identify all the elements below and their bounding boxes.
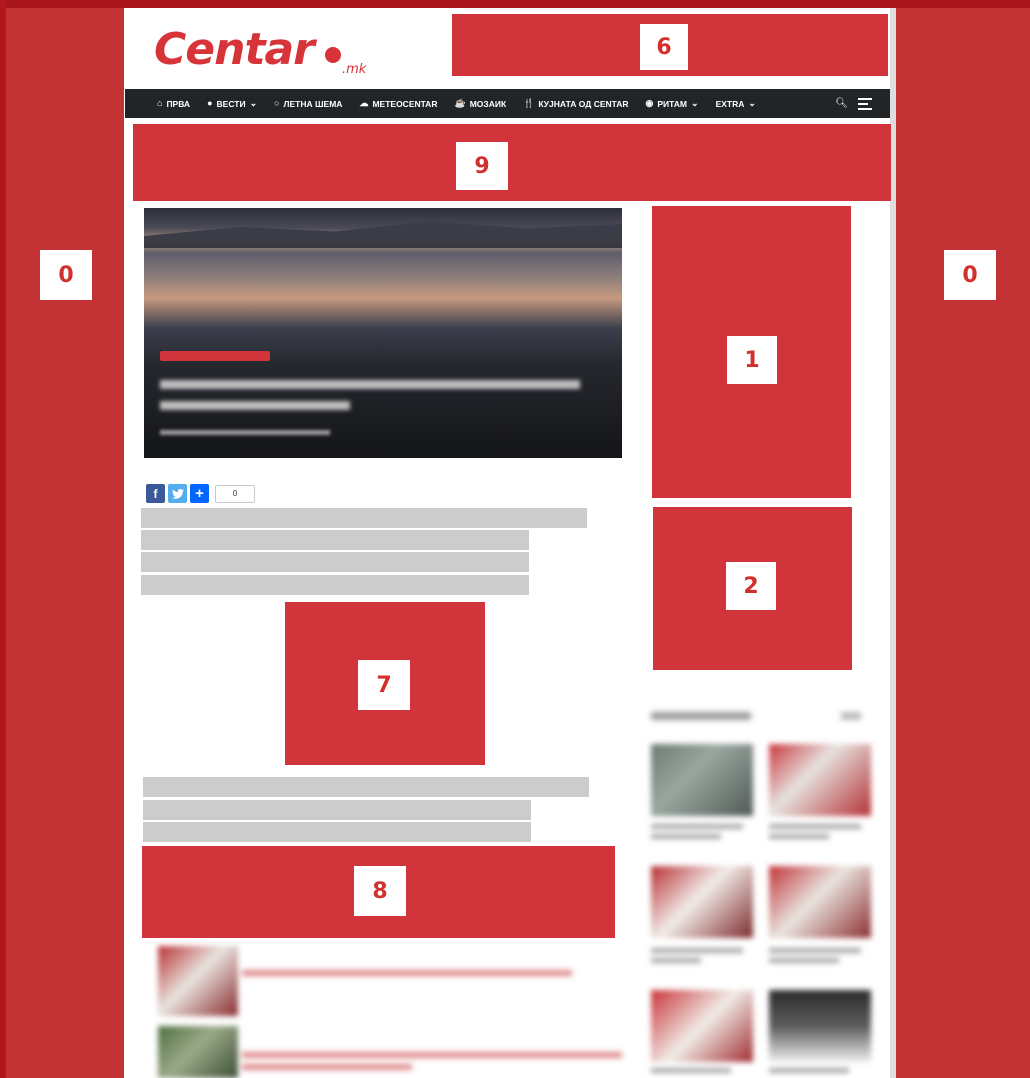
nav-label: ПРВА [166,98,191,109]
menu-icon[interactable] [858,97,872,110]
related-title[interactable] [242,970,572,976]
news-caption[interactable] [769,834,829,839]
nav-item-kujnata[interactable]: 🍴 КУЈНАТА ОД CENTAR [523,99,628,109]
nav-label: ВЕСТИ [216,98,246,109]
related-articles-blurred [150,944,626,1078]
nav-item-letna-shema[interactable]: ○ ЛЕТНА ШЕМА [274,99,342,109]
news-thumb[interactable] [651,866,753,938]
twitter-share-button[interactable] [168,484,187,503]
ad-slot-label-sidebar-top: 1 [727,336,777,384]
main-nav: ⌂ ПРВА ● ВЕСТИ ⌄ ○ ЛЕТНА ШЕМА ☁ METEOCEN… [125,89,890,118]
ad-slot-label-sidebar-second: 2 [726,562,776,610]
coffee-icon: ☕ [454,98,466,108]
facebook-share-button[interactable]: f [146,484,165,503]
article-text-placeholder [141,575,529,595]
related-thumb[interactable] [158,946,238,1016]
home-icon: ⌂ [157,98,163,108]
globe-icon: ● [207,98,213,108]
cloud-icon: ☁ [359,98,369,108]
hero-title-blurred[interactable] [160,401,350,410]
share-count: 0 [215,484,255,503]
nav-label: МОЗАИК [469,98,507,109]
hero-landscape [144,221,622,248]
nav-label: РИТАМ [657,98,688,109]
ad-slot-label-left: 0 [40,250,92,300]
ad-slot-label-below-article: 8 [354,866,406,916]
news-caption[interactable] [651,948,743,953]
article-text-placeholder [143,822,531,842]
nav-item-meteocentar[interactable]: ☁ METEOCENTAR [359,99,437,109]
article-text-placeholder [141,530,529,550]
widget-heading-blurred [651,712,751,720]
nav-label: ЛЕТНА ШЕМА [283,98,343,109]
related-title[interactable] [242,1052,622,1058]
hero-category-badge[interactable] [160,351,270,361]
news-caption[interactable] [651,824,743,829]
news-thumb[interactable] [651,990,753,1062]
article-text-placeholder [141,508,587,528]
ad-slot-label-header: 6 [640,24,688,70]
news-thumb[interactable] [769,744,871,816]
nav-item-extra[interactable]: EXTRA ⌄ [716,99,756,109]
nav-label: EXTRA [715,98,745,109]
chevron-down-icon: ⌄ [249,98,258,108]
related-thumb[interactable] [158,1026,238,1078]
news-caption[interactable] [651,958,701,963]
news-caption[interactable] [769,824,861,829]
cutlery-icon: 🍴 [523,98,535,108]
news-caption[interactable] [769,948,861,953]
addthis-share-button[interactable]: + [190,484,209,503]
nav-label: METEOCENTAR [372,98,438,109]
news-caption[interactable] [769,958,839,963]
nav-item-vesti[interactable]: ● ВЕСТИ ⌄ [207,99,257,109]
circle-icon: ○ [274,98,280,108]
ad-top-leaderboard[interactable] [133,124,891,201]
news-caption[interactable] [651,834,721,839]
nav-tools: 🔍︎ [835,89,872,118]
hero-title-blurred[interactable] [160,380,580,389]
article-text-placeholder [143,777,589,797]
logo-tld: .mk [342,62,367,77]
news-caption[interactable] [651,1068,731,1073]
hero-meta-blurred [160,430,330,435]
ad-slot-label-leaderboard: 9 [456,142,508,190]
news-caption[interactable] [769,1068,849,1073]
article-text-placeholder [143,800,531,820]
ad-slot-label-in-article: 7 [358,660,410,710]
featured-article-image[interactable] [144,208,622,458]
widget-heading-control[interactable] [841,712,861,720]
ad-slot-label-right: 0 [944,250,996,300]
chevron-down-icon: ⌄ [691,98,699,108]
browser-edge [0,0,1030,8]
nav-label: КУЈНАТА ОД CENTAR [538,98,629,109]
news-thumb[interactable] [651,744,753,816]
related-title[interactable] [242,1064,412,1070]
nav-item-prva[interactable]: ⌂ ПРВА [157,99,190,109]
news-thumb[interactable] [769,990,871,1062]
article-text-placeholder [141,552,529,572]
nav-item-mozaik[interactable]: ☕ МОЗАИК [454,99,506,109]
chevron-down-icon: ⌄ [748,98,756,108]
sidebar-news-widget-blurred [645,700,879,1078]
news-thumb[interactable] [769,866,871,938]
twitter-bird-icon [171,488,184,499]
logo-dot-icon [325,47,341,63]
nav-item-ritam[interactable]: ◉ РИТАМ ⌄ [646,99,699,109]
disc-icon: ◉ [645,98,654,108]
browser-edge-left [0,0,6,1078]
site-logo[interactable]: Centar [154,24,315,75]
share-bar: f + 0 [146,484,255,503]
search-icon[interactable]: 🔍︎ [835,98,848,109]
